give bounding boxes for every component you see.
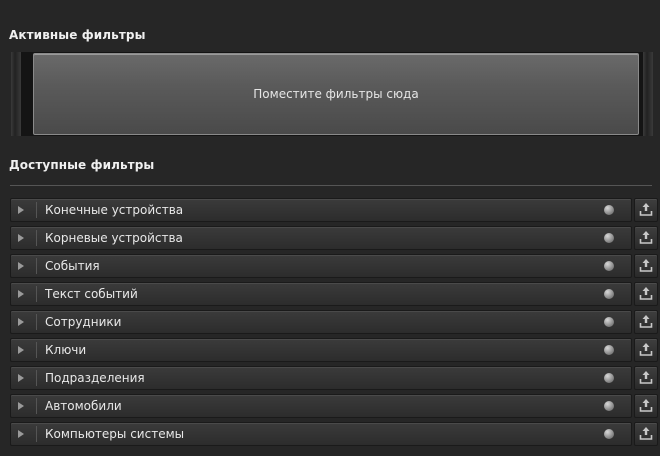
status-dot-icon (604, 317, 614, 327)
filter-label: Сотрудники (45, 315, 122, 329)
dropzone-left-edge (11, 52, 21, 136)
status-dot-icon (604, 289, 614, 299)
chevron-right-icon[interactable] (18, 234, 24, 242)
chevron-right-icon[interactable] (18, 346, 24, 354)
upload-icon (639, 399, 653, 412)
filter-row: Автомобили (10, 394, 658, 418)
add-filter-button[interactable] (634, 198, 658, 222)
add-filter-button[interactable] (634, 394, 658, 418)
available-filters-list: Конечные устройства Корневые устройства (10, 198, 658, 450)
filter-row: Сотрудники (10, 310, 658, 334)
filter-label: Корневые устройства (45, 231, 183, 245)
filter-dropzone[interactable]: Поместите фильтры сюда (33, 53, 639, 135)
upload-icon (639, 231, 653, 244)
upload-icon (639, 287, 653, 300)
filter-label: Подразделения (45, 371, 145, 385)
add-filter-button[interactable] (634, 226, 658, 250)
filter-row: Корневые устройства (10, 226, 658, 250)
filter-item[interactable]: Компьютеры системы (10, 422, 632, 446)
filters-panel: Активные фильтры Поместите фильтры сюда … (0, 0, 660, 456)
add-filter-button[interactable] (634, 422, 658, 446)
filter-item[interactable]: Корневые устройства (10, 226, 632, 250)
chevron-right-icon[interactable] (18, 262, 24, 270)
separator (36, 286, 37, 302)
separator (36, 426, 37, 442)
chevron-right-icon[interactable] (18, 402, 24, 410)
separator (36, 398, 37, 414)
filter-label: Текст событий (45, 287, 138, 301)
upload-icon (639, 259, 653, 272)
filter-row: Ключи (10, 338, 658, 362)
filter-label: Конечные устройства (45, 203, 184, 217)
chevron-right-icon[interactable] (18, 290, 24, 298)
separator (36, 202, 37, 218)
upload-icon (639, 203, 653, 216)
upload-icon (639, 371, 653, 384)
active-filters-title: Активные фильтры (9, 28, 146, 42)
filter-item[interactable]: Текст событий (10, 282, 632, 306)
status-dot-icon (604, 429, 614, 439)
separator (36, 370, 37, 386)
add-filter-button[interactable] (634, 254, 658, 278)
add-filter-button[interactable] (634, 366, 658, 390)
add-filter-button[interactable] (634, 310, 658, 334)
dropzone-right-edge (643, 52, 653, 136)
filter-item[interactable]: Ключи (10, 338, 632, 362)
chevron-right-icon[interactable] (18, 318, 24, 326)
upload-icon (639, 343, 653, 356)
filter-label: Автомобили (45, 399, 122, 413)
filter-label: Ключи (45, 343, 87, 357)
filter-item[interactable]: Конечные устройства (10, 198, 632, 222)
upload-icon (639, 315, 653, 328)
add-filter-button[interactable] (634, 282, 658, 306)
status-dot-icon (604, 233, 614, 243)
status-dot-icon (604, 261, 614, 271)
separator (36, 342, 37, 358)
filter-row: Текст событий (10, 282, 658, 306)
active-filters-container: Поместите фильтры сюда (11, 52, 653, 136)
filter-row: Конечные устройства (10, 198, 658, 222)
chevron-right-icon[interactable] (18, 374, 24, 382)
chevron-right-icon[interactable] (18, 206, 24, 214)
upload-icon (639, 427, 653, 440)
status-dot-icon (604, 373, 614, 383)
separator (36, 258, 37, 274)
dropzone-hint: Поместите фильтры сюда (253, 87, 419, 101)
add-filter-button[interactable] (634, 338, 658, 362)
status-dot-icon (604, 401, 614, 411)
filter-item[interactable]: Подразделения (10, 366, 632, 390)
filter-label: Компьютеры системы (45, 427, 185, 441)
filter-item[interactable]: События (10, 254, 632, 278)
chevron-right-icon[interactable] (18, 430, 24, 438)
filter-item[interactable]: Автомобили (10, 394, 632, 418)
filter-row: События (10, 254, 658, 278)
filter-item[interactable]: Сотрудники (10, 310, 632, 334)
status-dot-icon (604, 345, 614, 355)
filter-label: События (45, 259, 100, 273)
filter-row: Компьютеры системы (10, 422, 658, 446)
section-divider (10, 185, 652, 186)
separator (36, 230, 37, 246)
filter-row: Подразделения (10, 366, 658, 390)
status-dot-icon (604, 205, 614, 215)
available-filters-title: Доступные фильтры (9, 158, 155, 172)
separator (36, 314, 37, 330)
